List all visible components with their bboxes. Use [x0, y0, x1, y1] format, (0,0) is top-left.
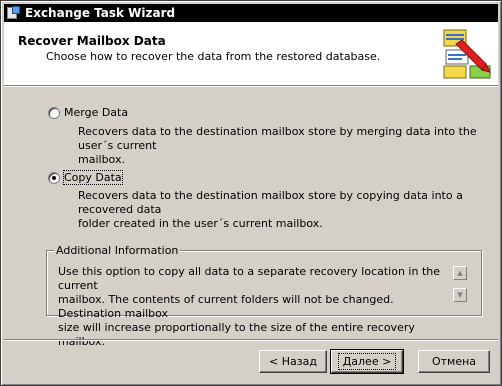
scroll-down-icon[interactable]: ▼ — [453, 288, 467, 302]
additional-info-text: Use this option to copy all data to a se… — [58, 265, 446, 349]
merge-data-label[interactable]: Merge Data — [64, 106, 128, 119]
wizard-window: Exchange Task Wizard Recover Mailbox Dat… — [0, 0, 502, 386]
footer-divider-highlight — [4, 340, 498, 341]
info-line: size will increase proportionally to the… — [58, 321, 415, 348]
description-line: Recovers data to the destination mailbox… — [78, 189, 463, 216]
exchange-app-icon — [7, 6, 21, 20]
window-title: Exchange Task Wizard — [25, 6, 176, 20]
next-button-label: Далее > — [337, 353, 397, 370]
back-button-label: < Назад — [269, 355, 317, 368]
next-button[interactable]: Далее > — [330, 349, 404, 374]
merge-data-description: Recovers data to the destination mailbox… — [78, 125, 501, 167]
copy-data-label[interactable]: Copy Data — [63, 170, 123, 185]
merge-data-radio[interactable] — [48, 107, 60, 119]
info-line: Use this option to copy all data to a se… — [58, 265, 441, 292]
description-line: folder created in the user´s current mai… — [78, 217, 323, 230]
title-bar[interactable]: Exchange Task Wizard — [4, 4, 498, 22]
cancel-button[interactable]: Отмена — [418, 350, 490, 373]
scroll-up-icon[interactable]: ▲ — [453, 266, 467, 280]
cancel-button-label: Отмена — [431, 355, 477, 368]
page-title: Recover Mailbox Data — [18, 34, 166, 48]
additional-info-legend: Additional Information — [54, 244, 181, 257]
back-button[interactable]: < Назад — [259, 350, 327, 373]
page-subtitle: Choose how to recover the data from the … — [46, 50, 381, 63]
copy-data-description: Recovers data to the destination mailbox… — [78, 189, 501, 231]
copy-data-radio[interactable] — [48, 172, 60, 184]
wizard-document-icon — [443, 29, 491, 79]
description-line: mailbox. — [78, 153, 125, 166]
wizard-header: Recover Mailbox Data Choose how to recov… — [4, 22, 498, 86]
info-line: mailbox. The contents of current folders… — [58, 293, 394, 320]
header-divider — [4, 86, 498, 87]
description-line: Recovers data to the destination mailbox… — [78, 125, 477, 152]
